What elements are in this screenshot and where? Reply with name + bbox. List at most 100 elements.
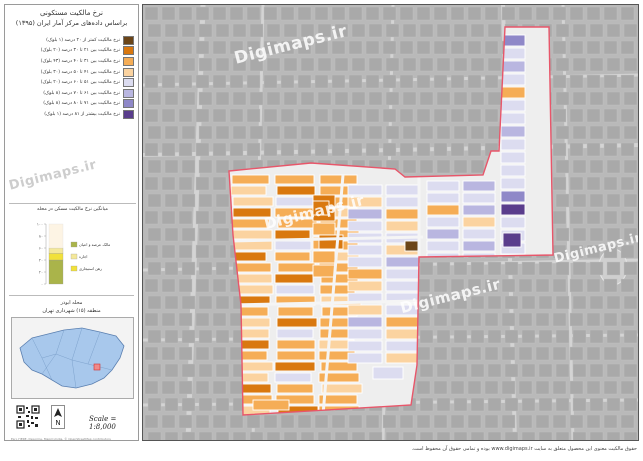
basemap-building [586, 176, 601, 191]
basemap-building [623, 57, 638, 72]
basemap-building [521, 261, 536, 276]
basemap-building [297, 142, 312, 157]
census-block [500, 177, 526, 190]
basemap-building [603, 142, 618, 157]
basemap-building [518, 6, 533, 21]
basemap-building [572, 329, 587, 344]
basemap-building [402, 23, 417, 38]
basemap-building [229, 108, 244, 123]
basemap-building [314, 6, 329, 21]
basemap-building [453, 125, 468, 140]
basemap-building [144, 414, 159, 429]
census-block [500, 216, 526, 229]
basemap-building [161, 244, 176, 259]
basemap-building [450, 414, 465, 429]
census-block [385, 328, 421, 340]
map-view[interactable]: Digimaps.ir Digimaps.ir Digimaps.ir Digi… [142, 4, 639, 441]
basemap-building [181, 125, 196, 140]
basemap-building [552, 210, 567, 225]
basemap-building [164, 329, 179, 344]
basemap-building [416, 6, 431, 21]
legend-label: نرخ مالکیت بین ۲۱ تا ۳۰ درصد (۲۰ بلوک) [40, 48, 120, 54]
basemap-building [552, 278, 567, 293]
basemap-building [161, 414, 176, 429]
census-block [500, 138, 526, 151]
basemap-building [212, 176, 227, 191]
basemap-building [450, 6, 465, 21]
basemap-building [283, 57, 298, 72]
basemap-building [263, 414, 278, 429]
basemap-building [198, 91, 213, 106]
basemap-building [623, 91, 638, 106]
basemap-building [246, 6, 261, 21]
census-block [500, 125, 526, 138]
basemap-building [368, 431, 383, 440]
basemap-building [147, 227, 162, 242]
basemap-building [266, 91, 281, 106]
basemap-building [569, 6, 584, 21]
census-block [276, 328, 314, 339]
basemap-building [178, 142, 193, 157]
basemap-building [436, 397, 451, 412]
chart-title: میانگین نرخ مالکیت مسکن در محله [37, 207, 108, 212]
basemap-building [144, 278, 159, 293]
basemap-building [147, 431, 162, 440]
basemap-building [603, 74, 618, 89]
basemap-building [552, 6, 567, 21]
basemap-building [144, 40, 159, 55]
basemap-building [164, 363, 179, 378]
basemap-building [450, 74, 465, 89]
basemap-building [603, 278, 618, 293]
census-block [347, 280, 383, 292]
chart-legend-label: اجاره [79, 254, 87, 259]
basemap-building [538, 431, 553, 440]
basemap-building [385, 431, 400, 440]
basemap-building [470, 431, 485, 440]
ownership-stacked-bar-chart: ۰ ۲۰ ۴۰ ۶۰ ۸۰ ۱۰۰ مالک عرصه و اعیان اجاره رهن اس… [37, 222, 110, 287]
basemap-building [589, 431, 604, 440]
basemap-building [453, 23, 468, 38]
basemap-building [589, 329, 604, 344]
basemap-building [484, 380, 499, 395]
census-block [276, 317, 318, 328]
basemap-building [144, 380, 159, 395]
census-block [385, 196, 421, 208]
basemap-building [586, 380, 601, 395]
basemap-building [453, 363, 468, 378]
basemap-building [215, 193, 230, 208]
census-block [274, 361, 316, 372]
basemap-building [334, 91, 349, 106]
basemap-building [484, 40, 499, 55]
basemap-building [334, 431, 349, 440]
basemap-building [603, 312, 618, 327]
basemap-building [198, 431, 213, 440]
basemap-building [470, 329, 485, 344]
basemap-building [419, 363, 434, 378]
basemap-building [586, 210, 601, 225]
basemap-building [450, 346, 465, 361]
basemap-building [198, 23, 213, 38]
qr-code-icon [16, 405, 40, 429]
basemap-building [331, 6, 346, 21]
basemap-building [603, 176, 618, 191]
basemap-building [487, 363, 502, 378]
basemap-building [147, 261, 162, 276]
basemap-building [229, 74, 244, 89]
basemap-building [555, 431, 570, 440]
basemap-building [161, 278, 176, 293]
basemap-building [164, 431, 179, 440]
basemap-building [147, 193, 162, 208]
basemap-building [453, 159, 468, 174]
census-block [385, 340, 421, 352]
basemap-building [368, 125, 383, 140]
basemap-building [147, 363, 162, 378]
basemap-building [178, 278, 193, 293]
census-block [312, 250, 336, 264]
basemap-building [572, 227, 587, 242]
tehran-district-map [19, 327, 125, 389]
basemap-building [280, 74, 295, 89]
basemap-building [637, 176, 638, 191]
basemap-building [467, 74, 482, 89]
area-region: منطقه (۱۵) شهرداری تهران [42, 308, 101, 314]
basemap-building [144, 244, 159, 259]
